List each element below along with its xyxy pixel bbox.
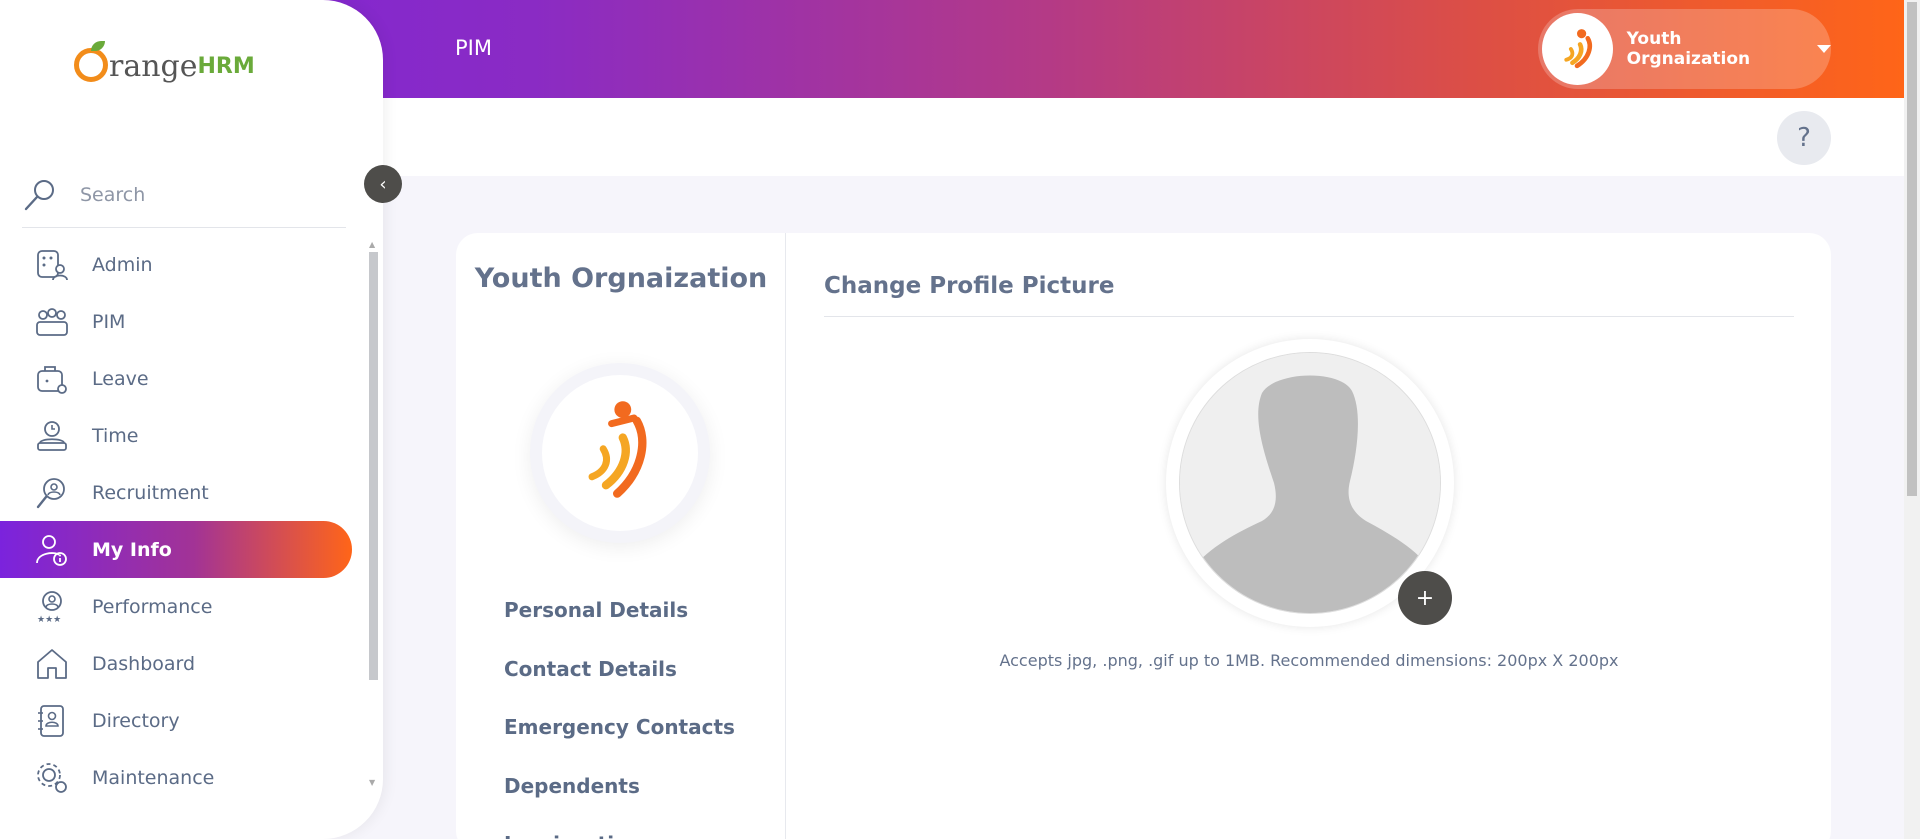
sidebar-item-recruitment[interactable]: Recruitment <box>0 464 352 521</box>
sidebar-item-label: Directory <box>92 709 180 732</box>
sidebar-item-label: My Info <box>92 538 172 561</box>
org-logo-icon <box>1564 29 1593 69</box>
sidebar-item-performance[interactable]: ★★★ Performance <box>0 578 352 635</box>
scroll-down-icon[interactable]: ▼ <box>369 778 375 787</box>
user-avatar <box>1542 13 1613 85</box>
profile-tabs: Personal Details Contact Details Emergen… <box>504 581 735 839</box>
leave-icon <box>34 361 70 397</box>
dashboard-icon <box>34 646 70 682</box>
employee-name: Youth Orgnaization <box>474 263 768 294</box>
page-scrollbar[interactable] <box>1904 0 1920 839</box>
admin-icon <box>34 247 70 283</box>
default-avatar-icon <box>1180 353 1440 613</box>
my-info-icon <box>34 532 70 568</box>
profile-card: Youth Orgnaization Personal Details Cont… <box>456 233 1831 839</box>
sidebar-scrollbar[interactable]: ▲ ▼ <box>366 236 380 792</box>
sidebar-scrollbar-thumb[interactable] <box>369 252 378 680</box>
logo-text: range <box>109 49 198 84</box>
sidebar-item-label: PIM <box>92 310 126 333</box>
recruitment-icon <box>34 475 70 511</box>
sidebar-item-label: Dashboard <box>92 652 196 675</box>
org-logo-icon <box>588 401 647 498</box>
directory-icon <box>34 703 70 739</box>
page-title: PIM <box>455 36 492 60</box>
time-icon <box>34 418 70 454</box>
tab-contact-details[interactable]: Contact Details <box>504 640 735 699</box>
logo-text-accent: HRM <box>197 54 255 79</box>
sidebar-item-label: Leave <box>92 367 149 390</box>
sidebar-item-admin[interactable]: Admin <box>0 236 352 293</box>
pim-icon <box>34 304 70 340</box>
sidebar-item-dashboard[interactable]: Dashboard <box>0 635 352 692</box>
svg-text:★★★: ★★★ <box>37 615 61 624</box>
divider <box>824 316 1794 317</box>
sub-header <box>383 98 1904 176</box>
tab-dependents[interactable]: Dependents <box>504 757 735 816</box>
sidebar-item-label: Maintenance <box>92 766 215 789</box>
user-dropdown[interactable]: Youth Orgnaization <box>1538 9 1831 89</box>
sidebar-item-my-info[interactable]: My Info <box>0 521 352 578</box>
sidebar-item-pim[interactable]: PIM <box>0 293 352 350</box>
search-icon <box>24 179 54 210</box>
chevron-left-icon: ‹ <box>379 173 387 195</box>
scroll-up-icon[interactable]: ▲ <box>369 240 375 249</box>
tab-immigration[interactable]: Immigration <box>504 815 735 839</box>
main-menu: Admin PIM Leave Time Recruitment My Info… <box>0 236 352 806</box>
tab-personal-details[interactable]: Personal Details <box>504 581 735 640</box>
sidebar-item-label: Recruitment <box>92 481 209 504</box>
add-picture-button[interactable]: + <box>1398 571 1452 625</box>
caret-down-icon <box>1817 45 1831 53</box>
tab-emergency-contacts[interactable]: Emergency Contacts <box>504 698 735 757</box>
sidebar-item-maintenance[interactable]: Maintenance <box>0 749 352 806</box>
help-button[interactable]: ? <box>1777 111 1831 165</box>
sidebar: range HRM Search Admin PIM Leave Time Re… <box>0 0 383 839</box>
user-name: Youth Orgnaization <box>1626 29 1751 69</box>
collapse-sidebar-button[interactable]: ‹ <box>364 165 402 203</box>
section-title: Change Profile Picture <box>824 273 1115 299</box>
orange-logo-icon <box>74 41 108 82</box>
sidebar-item-directory[interactable]: Directory <box>0 692 352 749</box>
search-input[interactable]: Search <box>80 184 145 206</box>
profile-sidebar: Youth Orgnaization Personal Details Cont… <box>456 233 786 839</box>
sidebar-item-label: Admin <box>92 253 153 276</box>
sidebar-item-leave[interactable]: Leave <box>0 350 352 407</box>
sidebar-item-label: Time <box>92 424 139 447</box>
sidebar-search[interactable]: Search <box>22 162 346 228</box>
upload-hint: Accepts jpg, .png, .gif up to 1MB. Recom… <box>999 651 1619 670</box>
orangehrm-logo[interactable]: range HRM <box>74 41 255 84</box>
maintenance-icon <box>34 760 70 796</box>
sidebar-item-label: Performance <box>92 595 213 618</box>
performance-icon: ★★★ <box>34 589 70 625</box>
employee-avatar[interactable] <box>530 363 710 543</box>
sidebar-item-time[interactable]: Time <box>0 407 352 464</box>
page-scrollbar-thumb[interactable] <box>1907 2 1917 496</box>
